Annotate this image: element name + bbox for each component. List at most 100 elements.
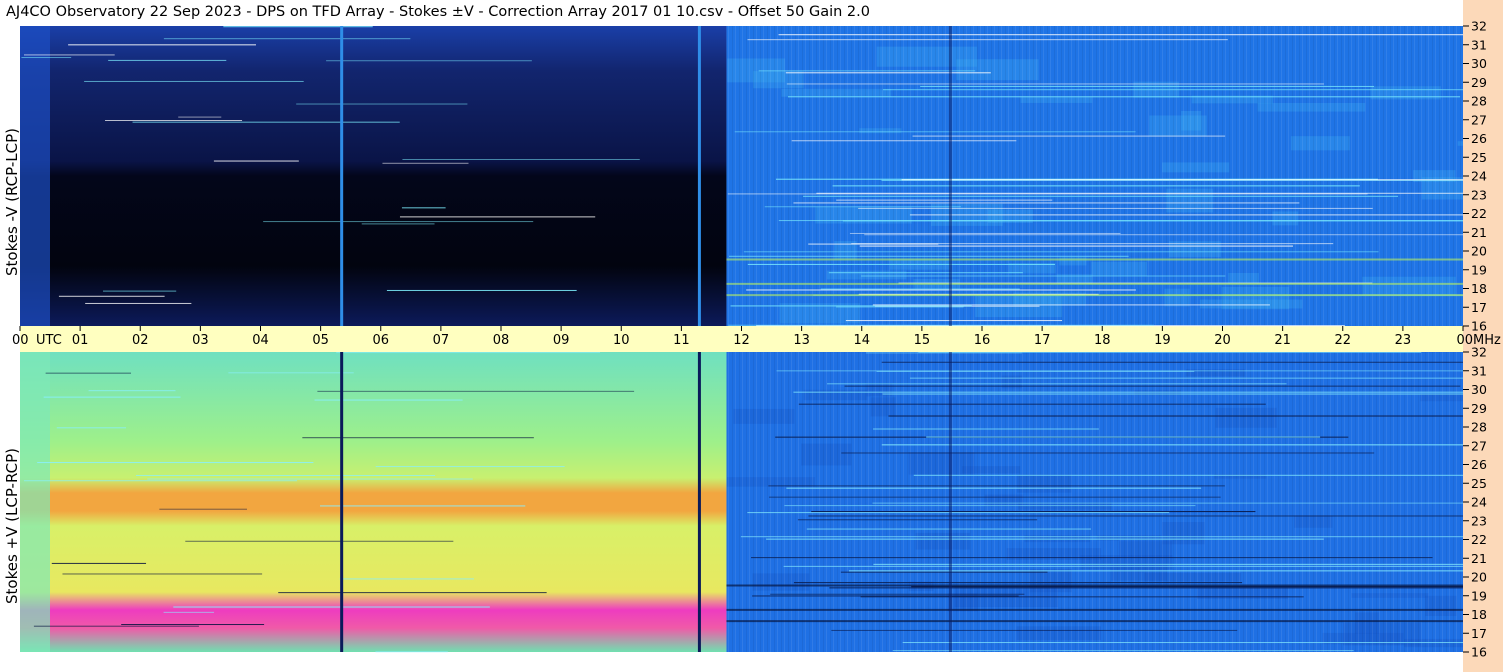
mhz-tick-label: 20 <box>1471 570 1487 585</box>
utc-tick-label: 04 <box>252 333 269 348</box>
rfi-line <box>85 302 192 304</box>
rfi-line <box>832 185 1360 187</box>
mhz-tick-label: 24 <box>1471 169 1487 184</box>
rfi-line <box>881 444 1463 446</box>
rfi-line <box>51 562 147 564</box>
rfi-line <box>173 606 490 608</box>
rfi-line <box>848 570 1463 572</box>
rfi-line <box>902 642 1463 644</box>
utc-unit-label: UTC <box>36 333 62 348</box>
rfi-line <box>375 651 448 653</box>
rfi-line <box>778 220 1463 222</box>
rfi-line <box>159 508 247 510</box>
utc-tick-label: 03 <box>192 333 209 348</box>
rfi-line <box>727 193 1368 195</box>
rfi-line <box>859 245 1294 247</box>
rfi-line <box>751 557 1433 559</box>
rfi-line <box>228 372 354 374</box>
rfi-line <box>278 592 547 594</box>
rfi-line <box>806 528 1091 530</box>
rfi-line <box>320 505 526 507</box>
rfi-line <box>326 60 532 62</box>
mhz-tick-label: 29 <box>1471 401 1487 416</box>
rfi-line <box>136 474 436 476</box>
rfi-line <box>84 80 304 82</box>
rfi-line <box>263 221 534 223</box>
utc-tick-label: 19 <box>1154 333 1171 348</box>
left-edge-region <box>20 26 50 326</box>
rfi-line <box>888 415 1463 417</box>
rfi-line <box>920 85 1375 87</box>
rfi-line <box>793 391 1463 393</box>
rfi-line <box>37 462 314 464</box>
rfi-line <box>740 536 1463 538</box>
rfi-line <box>21 57 72 59</box>
mhz-tick-label: 25 <box>1471 476 1487 491</box>
rfi-line <box>43 396 181 398</box>
rfi-line <box>786 83 1324 85</box>
rfi-line <box>858 207 1373 209</box>
mhz-tick-label: 20 <box>1471 244 1487 259</box>
mhz-tick-label: 23 <box>1471 513 1487 528</box>
rfi-line <box>103 290 177 292</box>
rfi-line <box>764 206 961 208</box>
utc-tick-label: 17 <box>1034 333 1051 348</box>
mhz-tick-label: 30 <box>1471 382 1487 397</box>
rfi-line <box>808 515 1463 517</box>
mhz-tick-label: 18 <box>1471 281 1487 296</box>
rfi-line <box>797 519 1038 521</box>
rfi-line <box>881 361 1463 363</box>
rfi-band <box>726 608 1463 611</box>
rfi-line <box>864 234 1463 236</box>
utc-tick-label: 07 <box>433 333 450 348</box>
rfi-line <box>213 160 299 162</box>
rfi-line <box>901 179 1463 181</box>
rfi-line <box>314 399 463 401</box>
rfi-line <box>926 436 1321 438</box>
rfi-line <box>386 289 577 291</box>
rfi-line <box>730 305 972 307</box>
mhz-tick-label: 26 <box>1471 457 1487 472</box>
mhz-tick-label: 24 <box>1471 495 1487 510</box>
vertical-marker-line <box>697 352 701 652</box>
mhz-tick-label: 23 <box>1471 187 1487 202</box>
vertical-marker-line <box>340 26 344 326</box>
mhz-tick-label: 19 <box>1471 588 1487 603</box>
rfi-line <box>758 70 976 72</box>
rfi-line <box>784 505 1196 507</box>
rfi-line <box>909 214 1463 216</box>
mhz-tick-label: 22 <box>1471 206 1487 221</box>
rfi-line <box>88 390 176 392</box>
rfi-line <box>108 59 227 61</box>
rfi-band <box>726 294 1463 297</box>
mhz-tick-label: 21 <box>1471 551 1487 566</box>
rfi-line <box>791 140 1017 142</box>
rfi-band <box>726 282 1463 285</box>
utc-tick-label: 20 <box>1214 333 1231 348</box>
rfi-line <box>876 370 1195 372</box>
rfi-line <box>860 596 1304 598</box>
vertical-marker-line <box>340 352 344 652</box>
rfi-line <box>23 54 115 56</box>
rfi-line <box>399 216 596 218</box>
mhz-tick-label: 28 <box>1471 420 1487 435</box>
rfi-line <box>892 650 1354 652</box>
rfi-line <box>785 72 991 74</box>
dark-vertical-streak <box>948 26 952 326</box>
rfi-line <box>793 582 1243 584</box>
rfi-line <box>793 202 1300 204</box>
mhz-tick-label: 17 <box>1471 626 1487 641</box>
mhz-tick-label: 31 <box>1471 37 1487 52</box>
rfi-line <box>33 625 199 627</box>
rfi-line <box>382 162 469 164</box>
mhz-tick-label: 32 <box>1471 19 1487 34</box>
rfi-line <box>185 540 454 542</box>
night-region <box>20 26 727 326</box>
utc-tick-label: 21 <box>1274 333 1291 348</box>
mhz-tick-label: 26 <box>1471 131 1487 146</box>
rfi-line <box>829 587 1463 589</box>
mhz-tick-label: 29 <box>1471 75 1487 90</box>
rfi-line <box>747 263 1055 265</box>
rfi-line <box>178 116 222 118</box>
utc-tick-label: 22 <box>1334 333 1351 348</box>
